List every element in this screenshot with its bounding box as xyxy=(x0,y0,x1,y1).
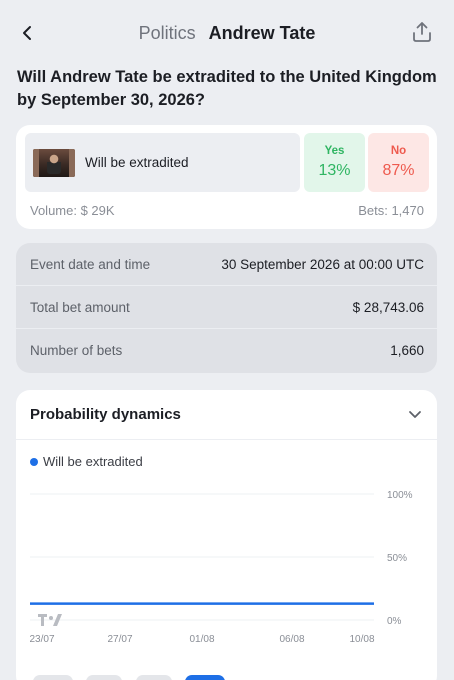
bets-count-text: Bets: 1,470 xyxy=(358,203,424,218)
info-row: Total bet amount $ 28,743.06 xyxy=(16,286,437,329)
no-label: No xyxy=(390,145,407,157)
range-tab[interactable] xyxy=(33,675,73,680)
range-tab[interactable] xyxy=(136,675,172,680)
yes-button[interactable]: Yes 13% xyxy=(304,133,365,192)
probability-title: Probability dynamics xyxy=(30,406,181,423)
chevron-down-icon[interactable] xyxy=(407,409,423,421)
info-value: 1,660 xyxy=(390,343,424,358)
market-question: Will Andrew Tate be extradited to the Un… xyxy=(17,68,437,109)
outcome-label: Will be extradited xyxy=(85,155,189,170)
x-tick-label: 23/07 xyxy=(29,634,54,645)
yes-label: Yes xyxy=(324,145,345,157)
market-subject: Andrew Tate xyxy=(208,22,316,43)
market-stats: Volume: $ 29K Bets: 1,470 xyxy=(30,203,424,218)
info-key: Event date and time xyxy=(30,256,151,272)
probability-chart: 100% 50% 0% 23/07 27/07 01/08 06/08 10/08 xyxy=(29,490,413,645)
info-row: Number of bets 1,660 xyxy=(16,329,437,372)
no-percent: 87% xyxy=(382,162,415,179)
share-icon xyxy=(413,22,431,42)
category-label: Politics xyxy=(138,22,196,43)
chevron-left-icon xyxy=(23,26,31,40)
share-button[interactable] xyxy=(410,20,434,44)
y-tick-label: 50% xyxy=(387,553,407,564)
yes-percent: 13% xyxy=(318,162,351,179)
legend-label: Will be extradited xyxy=(43,454,143,469)
probability-card: Probability dynamics Will be extradited … xyxy=(16,390,437,680)
y-tick-label: 0% xyxy=(387,616,402,627)
no-button[interactable]: No 87% xyxy=(368,133,429,192)
info-value: 30 September 2026 at 00:00 UTC xyxy=(221,256,424,272)
outcome-row[interactable]: Will be extradited xyxy=(25,133,300,192)
x-tick-label: 01/08 xyxy=(189,634,214,645)
info-key: Total bet amount xyxy=(30,299,130,315)
page-title: Politics Andrew Tate xyxy=(139,23,316,44)
market-card: Will be extradited Yes 13% No 87% Volume… xyxy=(16,125,437,229)
event-info-card: Event date and time 30 September 2026 at… xyxy=(16,243,437,373)
range-tab[interactable] xyxy=(86,675,122,680)
legend-dot xyxy=(30,457,38,466)
x-tick-label: 10/08 xyxy=(349,634,374,645)
x-tick-label: 27/07 xyxy=(107,634,132,645)
volume-text: Volume: $ 29K xyxy=(30,203,115,218)
app-header: Politics Andrew Tate xyxy=(0,0,454,66)
back-button[interactable] xyxy=(14,20,40,46)
chart-legend: Will be extradited xyxy=(30,454,143,469)
range-tab-active[interactable] xyxy=(185,675,225,680)
y-tick-label: 100% xyxy=(387,490,413,501)
info-key: Number of bets xyxy=(30,343,123,358)
info-row: Event date and time 30 September 2026 at… xyxy=(16,243,437,286)
info-value: $ 28,743.06 xyxy=(352,299,424,315)
probability-header[interactable]: Probability dynamics xyxy=(16,390,437,440)
x-tick-label: 06/08 xyxy=(279,634,304,645)
outcome-thumbnail xyxy=(33,148,75,177)
